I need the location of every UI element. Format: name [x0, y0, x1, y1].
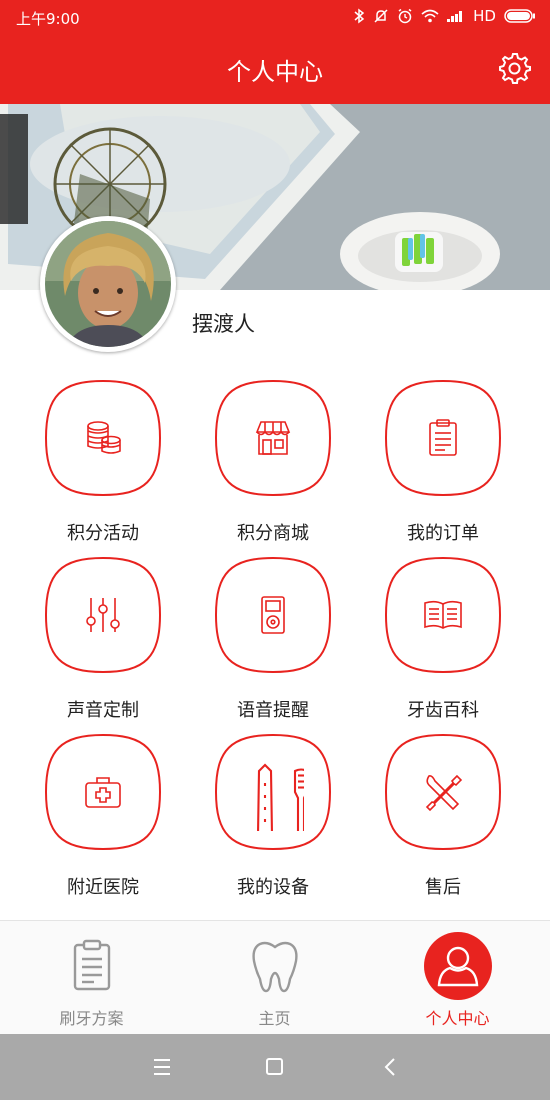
- wifi-icon: [421, 9, 439, 23]
- page-title: 个人中心: [227, 58, 323, 86]
- back-icon: [384, 1058, 395, 1076]
- status-bar: 上午9:00 HD: [0, 0, 550, 34]
- menu-label: 附近医院: [67, 877, 139, 898]
- user-icon: [424, 932, 492, 1000]
- avatar-photo: [45, 221, 171, 347]
- silent-icon: [374, 9, 388, 23]
- menu-item-my-devices[interactable]: 我的设备: [198, 729, 348, 899]
- status-time: 上午9:00: [16, 10, 80, 28]
- bluetooth-icon: [354, 8, 365, 24]
- tab-brushing-plan[interactable]: 刷牙方案: [0, 921, 183, 1035]
- network-type: HD: [473, 7, 496, 25]
- back-nav-button[interactable]: [376, 1054, 406, 1080]
- gear-icon: [499, 53, 531, 84]
- home-nav-button[interactable]: [260, 1054, 290, 1080]
- equalizer-icon: [86, 598, 120, 632]
- menu-item-nearby-hospital[interactable]: 附近医院: [28, 729, 178, 899]
- menu-label: 积分活动: [67, 523, 139, 544]
- menu-item-my-orders[interactable]: 我的订单: [368, 375, 518, 545]
- clipboard-icon: [429, 419, 457, 456]
- menu-label: 牙齿百科: [407, 700, 479, 721]
- tab-home[interactable]: 主页: [183, 921, 366, 1035]
- tab-label: 主页: [258, 1009, 291, 1028]
- menu-label: 声音定制: [67, 700, 139, 721]
- menu-item-points-activity[interactable]: 积分活动: [28, 375, 178, 545]
- coins-icon: [87, 421, 121, 454]
- tab-bar: 刷牙方案 主页 个人中心: [0, 920, 550, 1034]
- status-icons: HD: [353, 7, 536, 25]
- clipboard-icon: [73, 939, 111, 991]
- system-navigation-bar: [0, 1034, 550, 1100]
- electric-toothbrush-icon: [257, 763, 304, 831]
- tools-icon: [425, 774, 463, 812]
- menu-label: 我的设备: [237, 877, 309, 898]
- tooth-icon: [252, 941, 298, 993]
- menu-label: 我的订单: [407, 523, 479, 544]
- menu-item-points-mall[interactable]: 积分商城: [198, 375, 348, 545]
- avatar[interactable]: [40, 216, 176, 352]
- signal-icon: [447, 11, 463, 22]
- media-player-icon: [261, 596, 285, 634]
- tab-label: 个人中心: [425, 1009, 490, 1028]
- store-icon: [255, 421, 291, 455]
- menu-icon: [154, 1059, 170, 1075]
- menu-label: 积分商城: [237, 523, 309, 544]
- menu-nav-button[interactable]: [148, 1054, 178, 1080]
- app-header: 个人中心: [0, 34, 550, 104]
- settings-button[interactable]: [496, 50, 532, 86]
- menu-item-voice-reminder[interactable]: 语音提醒: [198, 552, 348, 722]
- alarm-icon: [398, 8, 412, 24]
- first-aid-kit-icon: [85, 777, 121, 808]
- menu-label: 语音提醒: [237, 700, 309, 721]
- username: 摆渡人: [192, 312, 255, 336]
- tab-label: 刷牙方案: [59, 1009, 124, 1028]
- menu-label: 售后: [425, 877, 461, 898]
- tab-personal-center[interactable]: 个人中心: [366, 921, 549, 1035]
- menu-item-after-sales[interactable]: 售后: [368, 729, 518, 899]
- menu-item-voice-custom[interactable]: 声音定制: [28, 552, 178, 722]
- menu-item-dental-encyclopedia[interactable]: 牙齿百科: [368, 552, 518, 722]
- open-book-icon: [424, 600, 462, 629]
- home-square-icon: [266, 1058, 283, 1075]
- battery-icon: [504, 9, 535, 23]
